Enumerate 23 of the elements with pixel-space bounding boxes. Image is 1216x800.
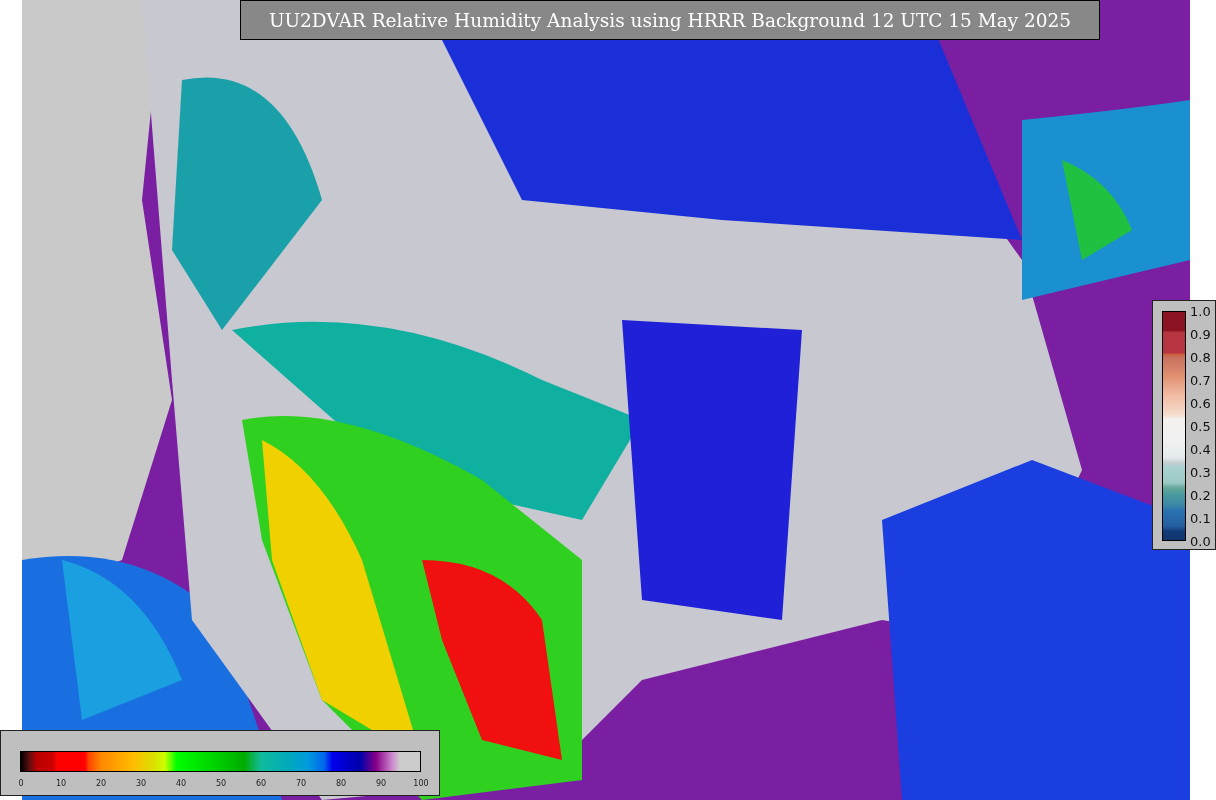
tick-label: 0.7 — [1190, 372, 1211, 388]
tick-label: 30 — [135, 779, 147, 788]
tick-label: 0.3 — [1190, 464, 1211, 480]
tick-label: 20 — [95, 779, 107, 788]
tick-label: 70 — [295, 779, 307, 788]
tick-label: 80 — [335, 779, 347, 788]
tick-label: 50 — [215, 779, 227, 788]
tick-label: 10 — [55, 779, 67, 788]
tick-label: 0 — [18, 779, 24, 788]
tick-label: 90 — [375, 779, 387, 788]
tick-label: 0.2 — [1190, 487, 1211, 503]
tick-label: 0.6 — [1190, 395, 1211, 411]
tick-label: 0.8 — [1190, 349, 1211, 365]
tick-label: 100 — [413, 779, 429, 788]
tick-label: 0.4 — [1190, 441, 1211, 457]
tick-label: 0.1 — [1190, 510, 1211, 526]
tick-label: 0.0 — [1190, 533, 1211, 549]
tick-label: 60 — [255, 779, 267, 788]
tick-label: 0.5 — [1190, 418, 1211, 434]
map-title: UU2DVAR Relative Humidity Analysis using HRRR Background 12 UTC 15 May 2025 — [240, 0, 1100, 40]
tick-label: 1.0 — [1190, 303, 1211, 319]
tick-label: 0.9 — [1190, 326, 1211, 342]
tick-label: 40 — [175, 779, 187, 788]
